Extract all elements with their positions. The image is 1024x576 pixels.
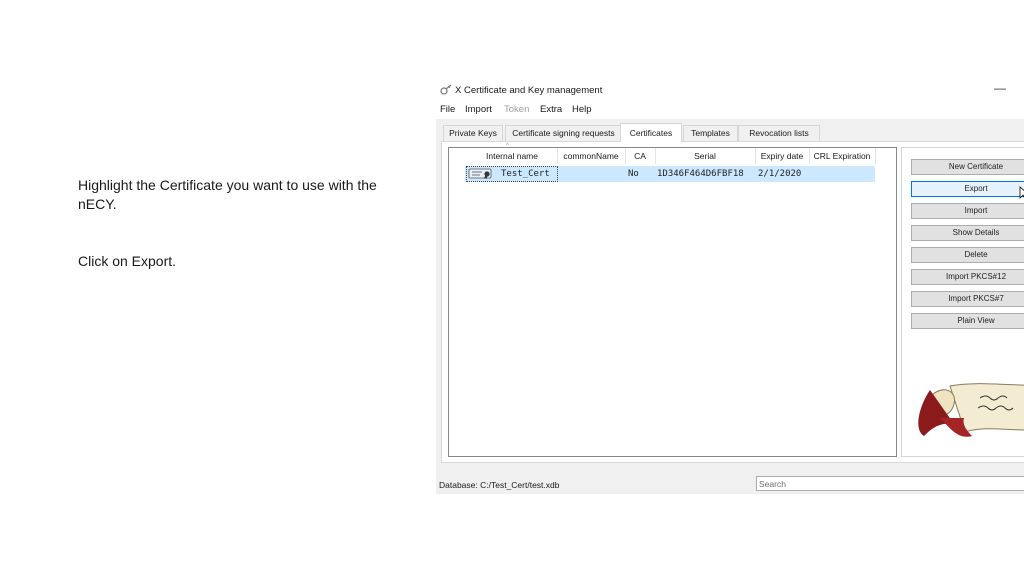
xca-scroll-logo bbox=[918, 383, 1024, 437]
certificate-icon bbox=[468, 168, 492, 179]
app-icon bbox=[440, 84, 452, 95]
status-bar: Database: C:/Test_Cert/test.xdb bbox=[436, 476, 1024, 494]
import-button[interactable]: Import bbox=[911, 203, 1024, 219]
title-bar: X Certificate and Key management — bbox=[436, 80, 1024, 100]
action-buttons: New Certificate Export Import Show Detai… bbox=[901, 147, 1024, 457]
mouse-cursor-icon bbox=[1019, 186, 1024, 199]
menu-extra[interactable]: Extra bbox=[540, 104, 562, 115]
tab-certificates[interactable]: Certificates bbox=[620, 123, 682, 142]
tab-certificate-signing-requests[interactable]: Certificate signing requests bbox=[505, 125, 622, 141]
plain-view-button[interactable]: Plain View bbox=[911, 313, 1024, 329]
tab-private-keys[interactable]: Private Keys bbox=[443, 125, 503, 141]
column-internal-name[interactable]: Internal name bbox=[467, 148, 558, 164]
xca-window: X Certificate and Key management — File … bbox=[436, 80, 1024, 494]
column-serial[interactable]: Serial bbox=[655, 148, 756, 164]
window-title: X Certificate and Key management bbox=[455, 85, 603, 96]
cell-internal-name: Test_Cert bbox=[501, 169, 550, 179]
certificate-row[interactable]: Test_Cert No 1D346F464D6FBF18 2/1/2020 bbox=[465, 166, 875, 182]
menu-help[interactable]: Help bbox=[572, 104, 592, 115]
instruction-highlight: Highlight the Certificate you want to us… bbox=[78, 177, 377, 212]
export-button[interactable]: Export bbox=[911, 181, 1024, 197]
database-path: Database: C:/Test_Cert/test.xdb bbox=[439, 480, 560, 490]
minimize-button[interactable]: — bbox=[994, 81, 1006, 95]
cell-ca: No bbox=[628, 169, 639, 179]
column-expiry-date[interactable]: Expiry date bbox=[755, 148, 810, 164]
cell-serial: 1D346F464D6FBF18 bbox=[657, 169, 744, 179]
column-crl-expiration[interactable]: CRL Expiration bbox=[809, 148, 876, 164]
instructions: Highlight the Certificate you want to us… bbox=[78, 176, 408, 309]
show-details-button[interactable]: Show Details bbox=[911, 225, 1024, 241]
sort-arrow-icon: ^ bbox=[506, 143, 509, 149]
column-common-name[interactable]: commonName bbox=[557, 148, 626, 164]
menu-bar: File Import Token Extra Help bbox=[436, 100, 1024, 119]
search-input[interactable] bbox=[756, 476, 1024, 491]
import-pkcs12-button[interactable]: Import PKCS#12 bbox=[911, 269, 1024, 285]
import-pkcs7-button[interactable]: Import PKCS#7 bbox=[911, 291, 1024, 307]
tab-templates[interactable]: Templates bbox=[683, 125, 738, 141]
certificate-list[interactable]: Internal name ^ commonName CA Serial Exp… bbox=[448, 143, 897, 457]
delete-button[interactable]: Delete bbox=[911, 247, 1024, 263]
tab-revocation-lists[interactable]: Revocation lists bbox=[738, 125, 820, 141]
new-certificate-button[interactable]: New Certificate bbox=[911, 159, 1024, 175]
menu-token: Token bbox=[504, 104, 530, 115]
instruction-export: Click on Export. bbox=[78, 253, 177, 269]
menu-import[interactable]: Import bbox=[465, 104, 492, 115]
column-ca[interactable]: CA bbox=[625, 148, 656, 164]
menu-file[interactable]: File bbox=[440, 104, 455, 115]
certificates-panel: Internal name ^ commonName CA Serial Exp… bbox=[441, 141, 1024, 463]
cell-expiry-date: 2/1/2020 bbox=[758, 169, 802, 179]
